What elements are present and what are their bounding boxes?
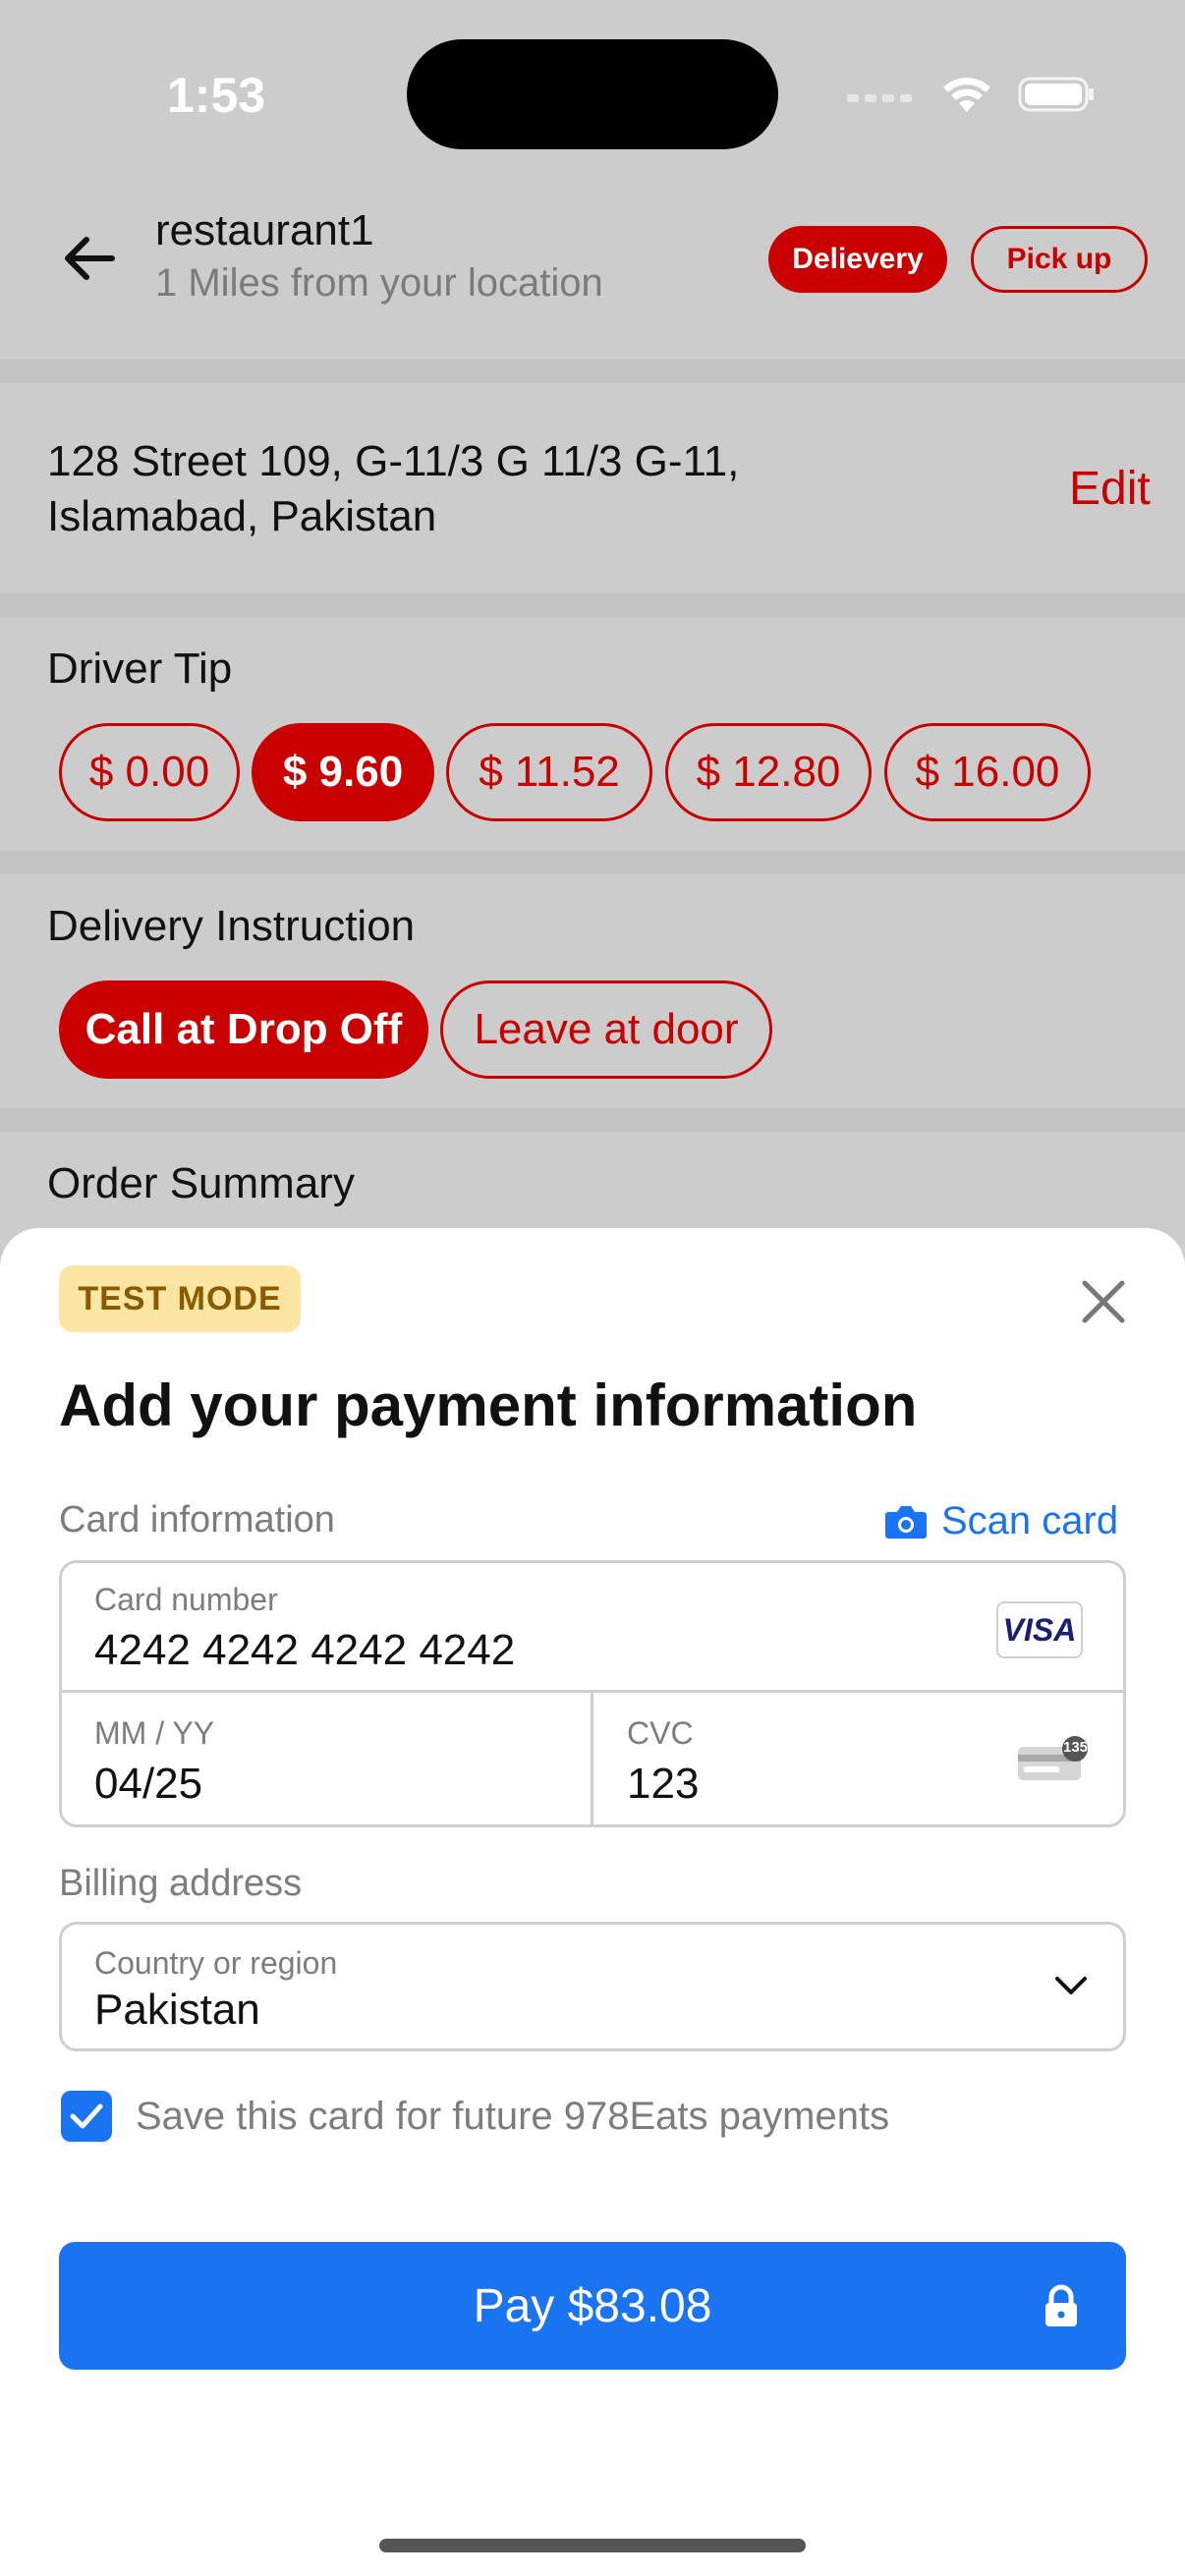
status-icons: [847, 75, 1097, 114]
close-icon[interactable]: [1077, 1275, 1130, 1328]
battery-icon: [1018, 77, 1094, 112]
save-card-checkbox[interactable]: [61, 2091, 112, 2142]
tip-option-3[interactable]: $ 12.80: [665, 723, 872, 821]
camera-icon: [885, 1505, 927, 1539]
cvc-field[interactable]: CVC 123: [627, 1715, 981, 1814]
expiry-field[interactable]: MM / YY 04/25: [94, 1715, 566, 1814]
restaurant-distance: 1 Miles from your location: [155, 261, 603, 305]
payment-sheet-title: Add your payment information: [59, 1372, 918, 1438]
section-divider: [0, 851, 1185, 874]
instruction-call-at-drop-off[interactable]: Call at Drop Off: [59, 980, 428, 1079]
test-mode-badge: TEST MODE: [59, 1265, 301, 1332]
dynamic-island: [407, 39, 778, 149]
checkmark-icon: [70, 2103, 103, 2129]
home-indicator: [379, 2539, 806, 2552]
signal-icon: [847, 94, 912, 102]
order-summary-title: Order Summary: [47, 1159, 355, 1207]
edit-address-button[interactable]: Edit: [1069, 462, 1151, 516]
section-divider: [0, 593, 1185, 617]
driver-tip-title: Driver Tip: [47, 644, 233, 693]
expiry-value: 04/25: [94, 1760, 203, 1808]
visa-logo-icon: VISA: [996, 1601, 1083, 1658]
billing-address-label: Billing address: [59, 1863, 303, 1904]
scan-card-label: Scan card: [941, 1499, 1119, 1542]
wifi-icon: [943, 78, 990, 112]
tip-option-4[interactable]: $ 16.00: [884, 723, 1091, 821]
card-number-value: 4242 4242 4242 4242: [94, 1626, 516, 1674]
delivery-toggle-button[interactable]: Delievery: [768, 226, 947, 293]
delivery-address: 128 Street 109, G-11/3 G 11/3 G-11, Isla…: [47, 434, 739, 544]
country-label: Country or region: [94, 1945, 338, 1981]
address-line-2: Islamabad, Pakistan: [47, 492, 437, 540]
expiry-label: MM / YY: [94, 1715, 215, 1751]
delivery-instruction-title: Delivery Instruction: [47, 902, 416, 950]
save-card-label: Save this card for future 978Eats paymen…: [136, 2095, 890, 2138]
status-time: 1:53: [167, 68, 266, 123]
back-arrow-icon[interactable]: [57, 226, 122, 291]
cvc-icon-text: 135: [1063, 1739, 1089, 1756]
pickup-toggle-button[interactable]: Pick up: [971, 226, 1148, 293]
scan-card-button[interactable]: Scan card: [884, 1499, 1118, 1543]
cvc-card-icon: 135: [1016, 1735, 1091, 1784]
cvc-label: CVC: [627, 1715, 694, 1751]
lock-icon: [1045, 2284, 1077, 2326]
country-value: Pakistan: [94, 1986, 260, 2034]
tip-option-0[interactable]: $ 0.00: [59, 723, 240, 821]
section-divider: [0, 1108, 1185, 1132]
chevron-down-icon[interactable]: [1051, 1971, 1091, 2000]
pay-button[interactable]: Pay $83.08: [59, 2242, 1126, 2370]
country-field-content: Country or region Pakistan: [94, 1945, 337, 2035]
section-divider: [0, 360, 1185, 383]
cvc-value: 123: [627, 1760, 700, 1808]
card-number-field[interactable]: Card number 4242 4242 4242 4242: [94, 1582, 959, 1680]
tip-option-2[interactable]: $ 11.52: [446, 723, 652, 821]
card-number-label: Card number: [94, 1582, 278, 1617]
card-info-label: Card information: [59, 1499, 335, 1540]
tip-option-1[interactable]: $ 9.60: [252, 723, 434, 821]
instruction-leave-at-door[interactable]: Leave at door: [440, 980, 772, 1079]
restaurant-name: restaurant1: [155, 206, 374, 254]
card-divider: [591, 1692, 593, 1827]
address-line-1: 128 Street 109, G-11/3 G 11/3 G-11,: [47, 437, 740, 485]
